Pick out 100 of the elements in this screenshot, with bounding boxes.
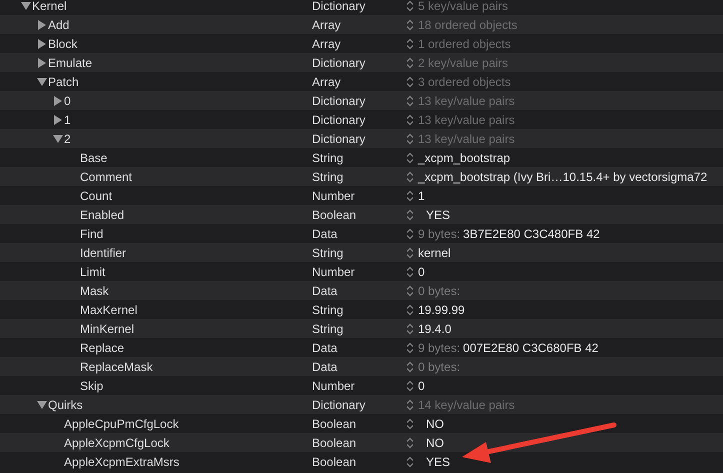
byte-count: 9 bytes: [418,340,460,356]
key-label: MinKernel [80,320,134,338]
value-summary: 2 key/value pairs [418,54,508,72]
key-label: Find [80,226,104,242]
byte-count: 0 bytes: [418,358,460,376]
type-label: Array [312,16,342,34]
type-label: Number [312,264,356,280]
key-label: Patch [48,74,79,90]
disclosure-triangle-icon[interactable] [52,114,63,124]
type-label: Boolean [312,206,358,224]
key-label: Enabled [80,206,124,224]
key-label: Block [48,36,78,52]
key-label: Emulate [48,54,92,72]
stepper-icon [406,246,414,258]
value-text: _xcpm_bootstrap [418,150,510,166]
stepper-icon [406,56,414,68]
type-label: Boolean [312,454,358,470]
boolean-value: NO [425,416,444,432]
boolean-value: YES [425,206,450,224]
value-summary: 13 key/value pairs [418,92,515,110]
disclosure-triangle-icon[interactable] [52,134,63,144]
type-label: Data [312,226,338,242]
value-summary: 13 key/value pairs [418,130,515,148]
key-label: AppleXcpmExtraMsrs [64,454,180,470]
stepper-icon [406,322,414,334]
type-label: String [312,302,344,318]
disclosure-triangle-icon[interactable] [36,400,47,410]
disclosure-triangle-icon[interactable] [36,76,47,86]
type-label: Dictionary [312,92,366,110]
key-label: 2 [64,130,71,148]
value-text: 1 [418,188,425,204]
type-label: String [312,168,344,186]
disclosure-triangle-icon[interactable] [36,38,47,48]
disclosure-triangle-icon[interactable] [36,20,47,30]
type-label: Number [312,378,356,394]
type-label: Dictionary [312,396,366,414]
type-label: Data [312,358,338,376]
stepper-icon [406,18,414,30]
stepper-icon [406,170,414,182]
hex-value: 007E2E80 C3C680FB 42 [463,340,598,356]
value-summary: 18 ordered objects [418,16,518,34]
stepper-icon [406,114,414,126]
type-label: Array [312,36,342,52]
key-label: Comment [80,168,132,186]
hex-value: 3B7E2E80 C3C480FB 42 [463,226,600,242]
type-label: String [312,244,344,262]
value-text: 19.99.99 [418,302,465,318]
key-label: Add [48,16,70,34]
key-label: Mask [80,282,109,300]
stepper-icon [406,418,414,430]
type-label: Dictionary [312,112,366,128]
type-label: Boolean [312,416,358,432]
value-text: 19.4.0 [418,320,452,338]
key-label: Base [80,150,108,166]
value-text: 0 [418,264,425,280]
stepper-icon [406,38,414,50]
stepper-icon [406,228,414,240]
stepper-icon [406,94,414,106]
stepper-icon [406,76,414,88]
value-summary: 13 key/value pairs [418,112,515,128]
key-label: Quirks [48,396,83,414]
stepper-icon [406,132,414,144]
stepper-icon [406,208,414,220]
type-label: String [312,320,344,338]
stepper-icon [406,456,414,468]
stepper-icon [406,304,414,316]
disclosure-triangle-icon[interactable] [20,0,31,10]
byte-count: 0 bytes: [418,282,460,300]
value-text: 0 [418,378,425,394]
stepper-icon [406,380,414,392]
type-label: Data [312,340,338,356]
type-label: Array [312,74,342,90]
boolean-value: YES [425,454,450,470]
value-summary: 14 key/value pairs [418,396,515,414]
stepper-icon [406,398,414,410]
type-label: Number [312,188,356,204]
value-summary: 1 ordered objects [418,36,511,52]
disclosure-triangle-icon[interactable] [52,96,63,106]
value-summary: 5 key/value pairs [418,0,508,14]
stepper-icon [406,0,414,12]
value-text: kernel [418,244,451,262]
key-label: Skip [80,378,104,394]
stepper-icon [406,266,414,278]
type-label: Dictionary [312,54,366,72]
key-label: AppleCpuPmCfgLock [64,416,179,432]
key-label: Identifier [80,244,126,262]
disclosure-triangle-icon[interactable] [36,58,47,68]
key-label: 1 [64,112,71,128]
key-label: 0 [64,92,71,110]
key-label: AppleXcpmCfgLock [64,434,170,452]
stepper-icon [406,284,414,296]
key-label: ReplaceMask [80,358,153,376]
stepper-icon [406,436,414,448]
key-label: Kernel [32,0,67,14]
stepper-icon [406,152,414,164]
boolean-value: NO [425,434,444,452]
type-label: Boolean [312,434,358,452]
type-label: Dictionary [312,130,366,148]
stepper-icon [406,190,414,202]
value-text: _xcpm_bootstrap (Ivy Bri…10.15.4+ by vectorsigma72 [418,168,708,186]
